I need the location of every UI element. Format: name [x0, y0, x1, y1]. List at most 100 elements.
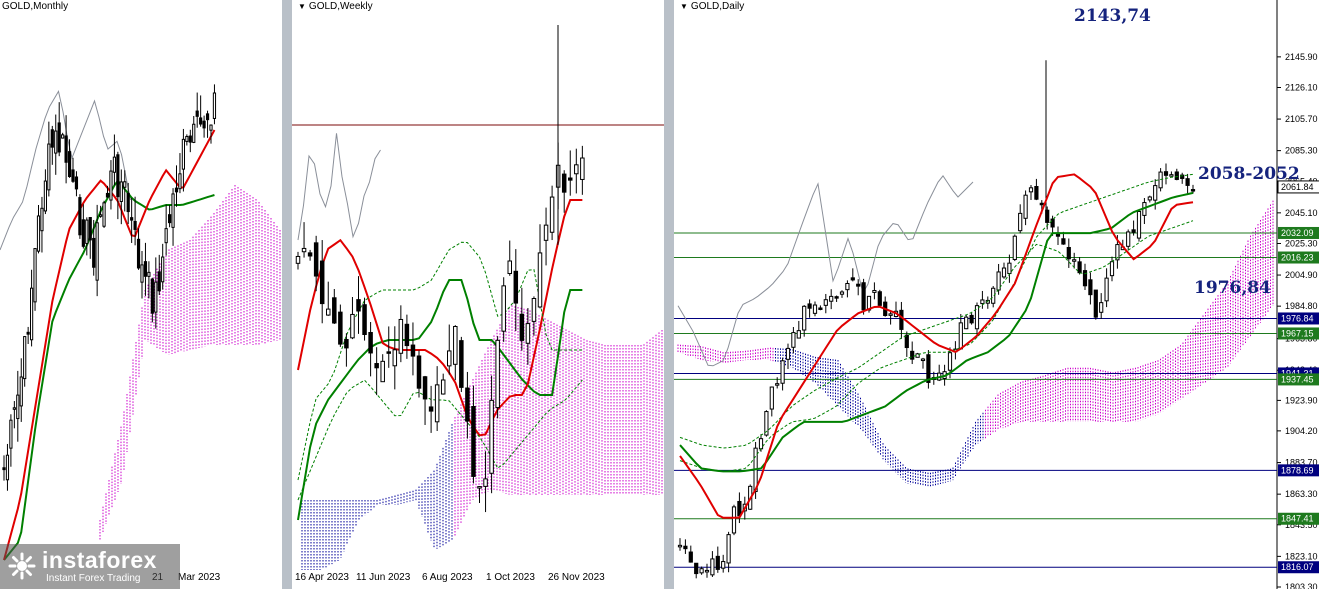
weekly-candle	[338, 311, 343, 345]
chevron-down-icon[interactable]: ▼	[680, 2, 688, 11]
weekly-candle	[531, 298, 537, 322]
daily-y-tick-label: 2004.90	[1285, 270, 1318, 280]
daily-candle	[1001, 267, 1007, 278]
monthly-candle	[133, 220, 137, 230]
monthly-candle	[23, 336, 27, 380]
daily-y-tick-label: 2145.90	[1285, 52, 1318, 62]
weekly-candle	[465, 387, 470, 422]
weekly-candle	[459, 340, 464, 388]
daily-candle	[699, 568, 704, 574]
weekly-candle	[568, 177, 573, 181]
monthly-candle	[9, 419, 13, 449]
daily-candle	[812, 304, 818, 314]
daily-candle	[834, 296, 839, 299]
weekly-candle	[380, 360, 385, 383]
monthly-candle	[78, 197, 82, 236]
daily-candle	[850, 277, 855, 281]
monthly-chart-panel: GOLD,Monthly 21 Mar 2023	[0, 0, 282, 589]
daily-candle	[899, 309, 904, 330]
weekly-candle	[477, 486, 482, 489]
weekly-candle	[440, 379, 446, 395]
weekly-candle	[356, 299, 361, 312]
daily-y-tick-label: 2045.10	[1285, 208, 1318, 218]
monthly-candle	[161, 256, 165, 283]
daily-candle	[856, 283, 861, 287]
weekly-candle	[319, 260, 325, 305]
daily-candle	[904, 334, 909, 349]
daily-level-label: 1878.69	[1281, 465, 1314, 475]
chevron-down-icon[interactable]: ▼	[298, 2, 306, 11]
daily-y-tick-label: 1823.10	[1285, 551, 1318, 561]
weekly-chart-title: ▼ GOLD,Weekly	[298, 1, 373, 12]
daily-candle	[1039, 202, 1044, 206]
daily-level-label: 2016.23	[1281, 253, 1314, 263]
monthly-candle	[109, 170, 113, 201]
daily-y-tick-label: 2105.70	[1285, 114, 1318, 124]
daily-candle	[969, 314, 974, 324]
weekly-chart-panel: ▼ GOLD,Weekly 16 Apr 2023 11 Jun 2023 6 A…	[292, 0, 664, 589]
weekly-candle	[368, 332, 373, 354]
weekly-candle	[501, 285, 506, 332]
daily-chart-title: ▼ GOLD,Daily	[680, 1, 744, 12]
daily-candle	[1185, 178, 1190, 186]
weekly-candle	[483, 478, 488, 487]
daily-candle	[1088, 279, 1093, 296]
daily-y-tick-label: 2025.30	[1285, 238, 1318, 248]
daily-candle	[775, 383, 780, 386]
weekly-candle	[428, 406, 434, 412]
monthly-candle	[174, 187, 179, 193]
monthly-candle	[26, 331, 30, 335]
daily-candle	[1028, 187, 1034, 193]
daily-y-tick-label: 1904.20	[1285, 426, 1318, 436]
monthly-candle	[92, 237, 96, 268]
daily-candle	[726, 534, 731, 564]
daily-candle	[715, 555, 720, 570]
daily-candle	[769, 386, 774, 410]
daily-level-label: 1967.15	[1281, 328, 1314, 338]
daily-candle	[926, 354, 931, 383]
daily-level-label: 1847.41	[1281, 514, 1314, 524]
monthly-candle	[57, 122, 61, 153]
monthly-candle	[2, 467, 6, 471]
weekly-candle	[398, 318, 404, 354]
daily-candle	[780, 360, 785, 384]
daily-candle	[785, 347, 791, 360]
panel-divider-2[interactable]	[664, 0, 674, 589]
panel-divider-1[interactable]	[282, 0, 292, 589]
weekly-candle	[471, 405, 476, 477]
daily-y-tick-label: 1863.30	[1285, 489, 1318, 499]
daily-candle	[1050, 218, 1055, 228]
daily-candle	[920, 358, 926, 362]
daily-candle	[829, 295, 834, 302]
monthly-candle	[81, 219, 85, 247]
weekly-candle	[332, 297, 337, 324]
weekly-candle	[350, 313, 355, 339]
daily-chart-panel: 2145.902126.102105.702085.302065.402045.…	[674, 0, 1319, 589]
weekly-candle	[362, 304, 367, 335]
monthly-candle	[116, 154, 120, 198]
daily-level-label: 2032.09	[1281, 228, 1314, 238]
monthly-candle	[150, 278, 154, 314]
daily-candle	[758, 438, 764, 450]
daily-candle	[872, 289, 877, 293]
daily-candle	[947, 352, 953, 371]
weekly-chart-canvas	[292, 25, 664, 570]
monthly-candle	[16, 394, 20, 420]
daily-candle	[731, 506, 737, 534]
daily-senkou-a	[679, 173, 1194, 472]
daily-candle	[704, 569, 710, 573]
daily-level-label: 1976.84	[1281, 313, 1314, 323]
weekly-candle	[447, 350, 452, 367]
weekly-candle	[307, 252, 313, 257]
monthly-candle	[205, 113, 210, 121]
monthly-candle	[209, 124, 213, 131]
daily-candle	[802, 305, 807, 331]
weekly-candle	[301, 247, 307, 253]
monthly-candle	[12, 407, 16, 410]
instaforex-logo: instaforex Instant Forex Trading	[0, 544, 180, 589]
daily-candle	[1136, 210, 1142, 239]
weekly-candle	[386, 351, 391, 354]
daily-y-tick-label: 1984.80	[1285, 301, 1318, 311]
daily-candle	[1034, 186, 1039, 200]
daily-candle	[1018, 212, 1023, 232]
